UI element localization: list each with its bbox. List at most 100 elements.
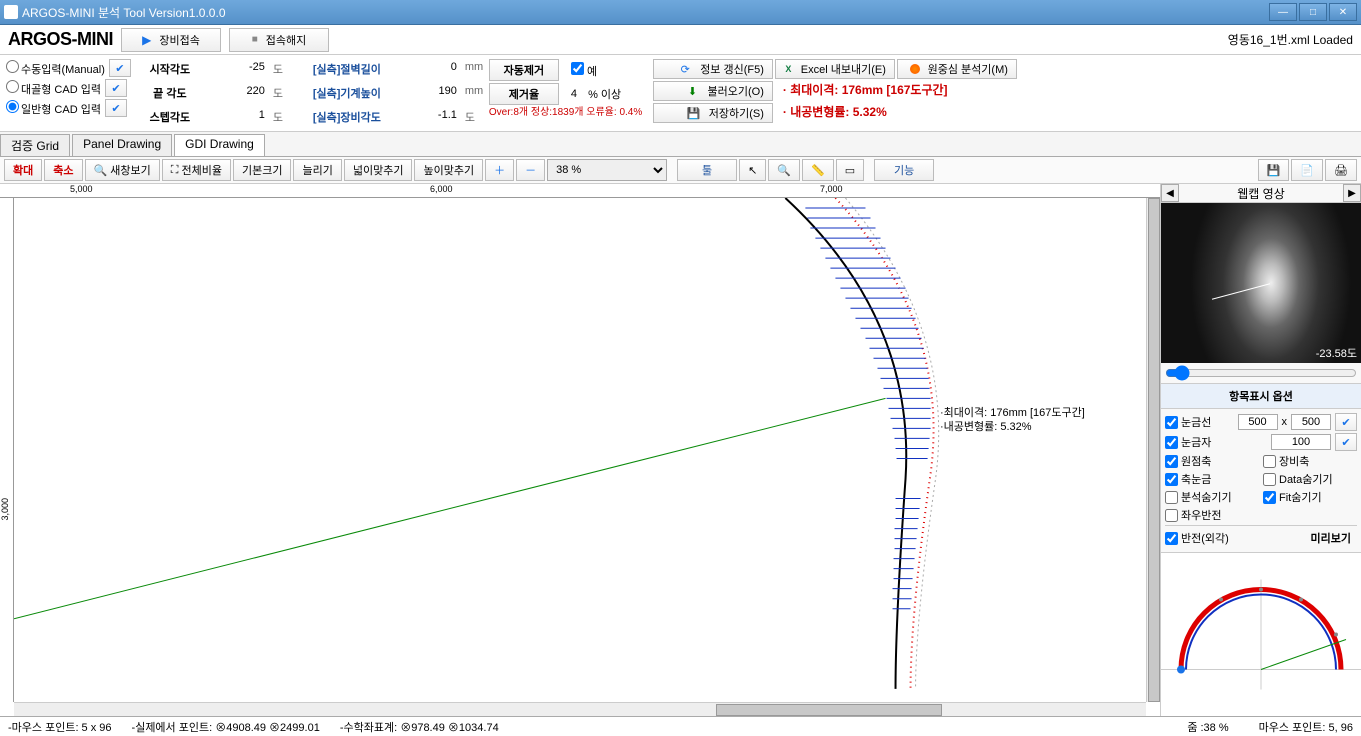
default-size-button[interactable]: 기본크기 <box>233 159 291 181</box>
zoom-in-button[interactable]: 확대 <box>4 159 42 181</box>
opt-grid-checkbox[interactable]: 눈금선 <box>1165 414 1234 430</box>
file-save-button[interactable]: 💾 <box>1258 159 1290 181</box>
tab-panel-drawing[interactable]: Panel Drawing <box>72 134 172 156</box>
disconnect-label: 접속해지 <box>266 32 306 48</box>
analyze-button[interactable]: 원중심 분석기(M) <box>897 59 1017 79</box>
tab-bar: 검증 Grid Panel Drawing GDI Drawing <box>0 132 1361 157</box>
minus-button[interactable]: － <box>516 159 545 181</box>
remove-rate-unit: % 이상 <box>588 86 621 102</box>
check-manual-button[interactable]: ✔ <box>109 59 131 77</box>
zoom-select[interactable]: 38 % <box>547 159 667 181</box>
ruler-tool[interactable]: 📏 <box>802 159 834 181</box>
webcam-title: 웹캡 영상 <box>1179 185 1343 202</box>
options-title: 항목표시 옵션 <box>1161 383 1361 409</box>
print-button[interactable]: 🖨 <box>1325 159 1357 181</box>
maximize-button[interactable]: □ <box>1299 3 1327 21</box>
opt-origin-checkbox[interactable]: 원점축 <box>1165 453 1259 469</box>
start-angle-value[interactable]: -25 <box>209 59 269 81</box>
pointer-tool[interactable]: ↖ <box>739 159 766 181</box>
step-angle-unit: 도 <box>273 107 293 127</box>
opt-fit-hide-checkbox[interactable]: Fit숨기기 <box>1263 489 1357 505</box>
machine-h-label: [실측]기계높이 <box>297 83 397 105</box>
start-angle-unit: 도 <box>273 59 293 81</box>
opt-data-hide-checkbox[interactable]: Data숨기기 <box>1263 471 1357 487</box>
tab-verify-grid[interactable]: 검증 Grid <box>0 134 70 156</box>
title-bar: ARGOS-MINI 분석 Tool Version1.0.0.0 — □ ✕ <box>0 0 1361 25</box>
opt-equip-checkbox[interactable]: 장비축 <box>1263 453 1357 469</box>
plus-button[interactable]: ＋ <box>485 159 514 181</box>
check-cad-normal-button[interactable]: ✔ <box>105 99 127 117</box>
radio-cad-normal[interactable]: 일반형 CAD 입력 <box>6 100 101 117</box>
disconnect-button[interactable]: ■ 접속해지 <box>229 28 329 52</box>
copy-button[interactable]: 📄 <box>1291 159 1323 181</box>
excel-icon: X <box>784 62 793 76</box>
remove-rate-button[interactable]: 제거율 <box>489 83 559 105</box>
opt-axis-scale-checkbox[interactable]: 축눈금 <box>1165 471 1259 487</box>
function-button[interactable]: 기능 <box>874 159 934 181</box>
radio-cad-large[interactable]: 대골형 CAD 입력 <box>6 80 101 97</box>
refresh-button[interactable]: ⟳정보 갱신(F5) <box>653 59 773 79</box>
zoom-out-button[interactable]: 축소 <box>44 159 82 181</box>
equip-angle-label: [실측]장비각도 <box>297 107 397 127</box>
fit-all-button[interactable]: ⛶ 전체비율 <box>162 159 231 181</box>
equip-angle-value[interactable]: -1.1 <box>401 107 461 127</box>
play-icon: ▶ <box>142 33 151 47</box>
opt-grid-apply[interactable]: ✔ <box>1335 413 1357 431</box>
minimize-button[interactable]: — <box>1269 3 1297 21</box>
select-tool[interactable]: ▭ <box>836 159 864 181</box>
ruler-left: 3,000 <box>0 198 14 702</box>
opt-ruler-value[interactable] <box>1271 434 1331 450</box>
canvas-area[interactable]: 5,000 6,000 7,000 3,000 <box>0 184 1161 716</box>
download-icon: ⬇ <box>686 84 700 98</box>
auto-remove-checkbox[interactable]: 예 <box>571 62 597 79</box>
drawing-canvas[interactable] <box>14 198 1146 689</box>
start-angle-label: 시작각도 <box>135 59 205 81</box>
zoom-icon: 🔍 <box>777 164 791 177</box>
tab-gdi-drawing[interactable]: GDI Drawing <box>174 134 265 156</box>
remove-rate-value[interactable]: 4 <box>571 88 577 100</box>
webcam-next-button[interactable]: ▶ <box>1343 184 1361 202</box>
opt-ruler-apply[interactable]: ✔ <box>1335 433 1357 451</box>
connect-label: 장비접속 <box>159 32 199 48</box>
close-button[interactable]: ✕ <box>1329 3 1357 21</box>
fit-width-button[interactable]: 넓이맞추기 <box>344 159 413 181</box>
canvas-scroll-v[interactable] <box>1146 198 1160 702</box>
ruler-top: 5,000 6,000 7,000 <box>0 184 1160 198</box>
wall-len-value[interactable]: 0 <box>401 59 461 81</box>
opt-analysis-hide-checkbox[interactable]: 분석숨기기 <box>1165 489 1259 505</box>
webcam-overlay-line <box>1212 283 1270 299</box>
error-summary: Over:8개 정상:1839개 오류율: 0.4% <box>489 107 643 127</box>
loaded-file-label: 영동16_1번.xml Loaded <box>1228 31 1353 48</box>
save-icon: 💾 <box>687 106 701 120</box>
tools-button[interactable]: 툴 <box>677 159 737 181</box>
excel-export-button[interactable]: XExcel 내보내기(E) <box>775 59 895 79</box>
canvas-scroll-h[interactable] <box>14 702 1146 716</box>
stretch-button[interactable]: 늘리기 <box>293 159 341 181</box>
right-panel: ◀ 웹캡 영상 ▶ -23.58도 항목표시 옵션 눈금선 x ✔ 눈금자 ✔ <box>1161 184 1361 716</box>
step-angle-value[interactable]: 1 <box>209 107 269 127</box>
opt-grid-height[interactable] <box>1291 414 1331 430</box>
save-button[interactable]: 💾저장하기(S) <box>653 103 773 123</box>
opt-grid-width[interactable] <box>1238 414 1278 430</box>
connect-button[interactable]: ▶ 장비접속 <box>121 28 221 52</box>
opt-ruler-checkbox[interactable]: 눈금자 <box>1165 434 1267 450</box>
fit-height-button[interactable]: 높이맞추기 <box>414 159 483 181</box>
radio-manual[interactable]: 수동입력(Manual) <box>6 60 105 77</box>
refresh-icon: ⟳ <box>678 62 692 76</box>
auto-remove-button[interactable]: 자동제거 <box>489 59 559 81</box>
result-max-dev: · 최대이격: 176mm [167도구간] <box>783 81 948 98</box>
machine-h-value[interactable]: 190 <box>401 83 461 105</box>
end-angle-value[interactable]: 220 <box>209 83 269 105</box>
opt-flip-checkbox[interactable]: 좌우반전 <box>1165 507 1357 523</box>
load-button[interactable]: ⬇불러오기(O) <box>653 81 773 101</box>
fit-icon: ⛶ <box>171 164 179 177</box>
webcam-prev-button[interactable]: ◀ <box>1161 184 1179 202</box>
new-window-button[interactable]: 🔍 새창보기 <box>85 159 160 181</box>
pointer-icon: ↖ <box>748 164 757 177</box>
webcam-slider[interactable] <box>1165 365 1357 381</box>
copy-icon: 📄 <box>1300 164 1314 177</box>
opt-reverse-checkbox[interactable]: 반전(외각) <box>1165 530 1301 546</box>
zoom-tool[interactable]: 🔍 <box>768 159 800 181</box>
check-cad-large-button[interactable]: ✔ <box>105 79 127 97</box>
wall-len-label: [실측]절벽길이 <box>297 59 397 81</box>
